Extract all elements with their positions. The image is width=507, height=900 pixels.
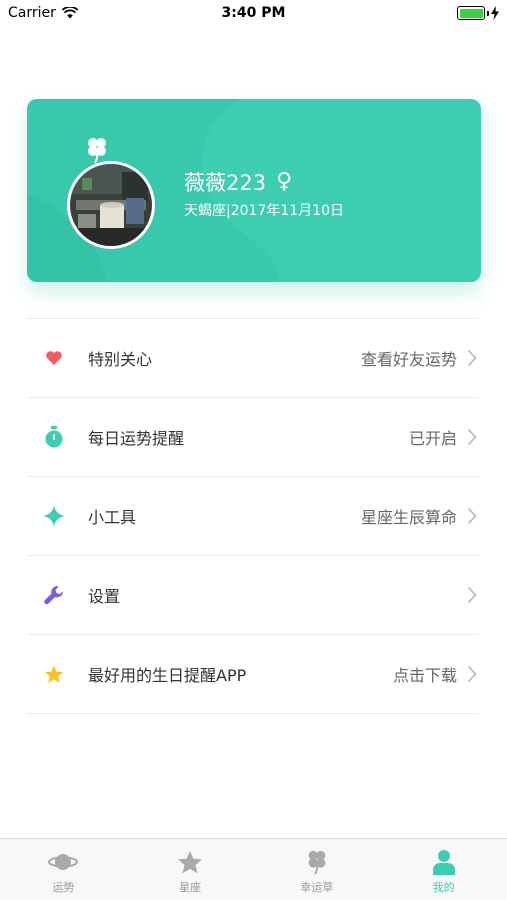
list-item-value: 已开启: [408, 429, 457, 448]
tab-clover[interactable]: 幸运草: [254, 839, 381, 900]
list-item-special-care[interactable]: 特别关心 查看好友运势: [27, 319, 479, 398]
gender-female-icon: ♀: [276, 169, 293, 194]
star-icon: [43, 663, 65, 685]
tab-label: 幸运草: [300, 881, 334, 894]
tab-label: 星座: [179, 881, 202, 894]
status-time: 3:40 PM: [221, 5, 286, 21]
chevron-right-icon: [467, 428, 477, 446]
list-item-label: 小工具: [88, 508, 137, 527]
list-item-label: 最好用的生日提醒APP: [88, 666, 247, 685]
chevron-right-icon: [467, 586, 477, 604]
tab-fortune[interactable]: 运势: [0, 839, 127, 900]
stopwatch-icon: [43, 426, 65, 448]
charging-bolt-icon: [491, 6, 499, 20]
username: 薇薇223: [184, 171, 267, 195]
status-bar: Carrier 3:40 PM: [0, 0, 507, 28]
tab-label: 我的: [432, 881, 455, 894]
tab-label: 运势: [52, 881, 75, 894]
heart-icon: [43, 347, 65, 369]
list-item-settings[interactable]: 设置: [27, 556, 479, 635]
list-item-tools[interactable]: 小工具 星座生辰算命: [27, 477, 479, 556]
list-item-label: 每日运势提醒: [88, 429, 185, 448]
sparkle-icon: [43, 505, 65, 527]
birth-info: 天蝎座|2017年11月10日: [184, 203, 344, 219]
list-item-value: 查看好友运势: [360, 350, 457, 369]
planet-icon: [48, 849, 79, 875]
settings-list: 特别关心 查看好友运势 每日运势提醒 已开启 小工具 星座生辰算命 设置 最好用…: [27, 318, 479, 714]
profile-card[interactable]: 薇薇223 ♀ 天蝎座|2017年11月10日: [27, 99, 481, 282]
star-icon: [175, 849, 205, 875]
list-item-value: 点击下载: [392, 666, 457, 685]
username-row: 薇薇223 ♀: [184, 167, 292, 197]
person-icon: [429, 849, 459, 875]
clover-icon: [302, 849, 332, 875]
chevron-right-icon: [467, 507, 477, 525]
avatar[interactable]: [67, 161, 155, 249]
list-item-label: 特别关心: [88, 350, 153, 369]
battery-icon: [457, 6, 485, 20]
tab-mine[interactable]: 我的: [380, 839, 507, 900]
list-item-download-app[interactable]: 最好用的生日提醒APP 点击下载: [27, 635, 479, 714]
list-item-label: 设置: [88, 587, 121, 606]
wrench-icon: [43, 584, 65, 606]
avatar-photo: [70, 164, 152, 246]
tab-bar: 运势 星座 幸运草 我的: [0, 838, 507, 900]
list-item-value: 星座生辰算命: [360, 508, 457, 527]
tab-constellation[interactable]: 星座: [127, 839, 254, 900]
chevron-right-icon: [467, 665, 477, 683]
chevron-right-icon: [467, 349, 477, 367]
list-item-daily-reminder[interactable]: 每日运势提醒 已开启: [27, 398, 479, 477]
battery-indicator: [457, 6, 499, 20]
